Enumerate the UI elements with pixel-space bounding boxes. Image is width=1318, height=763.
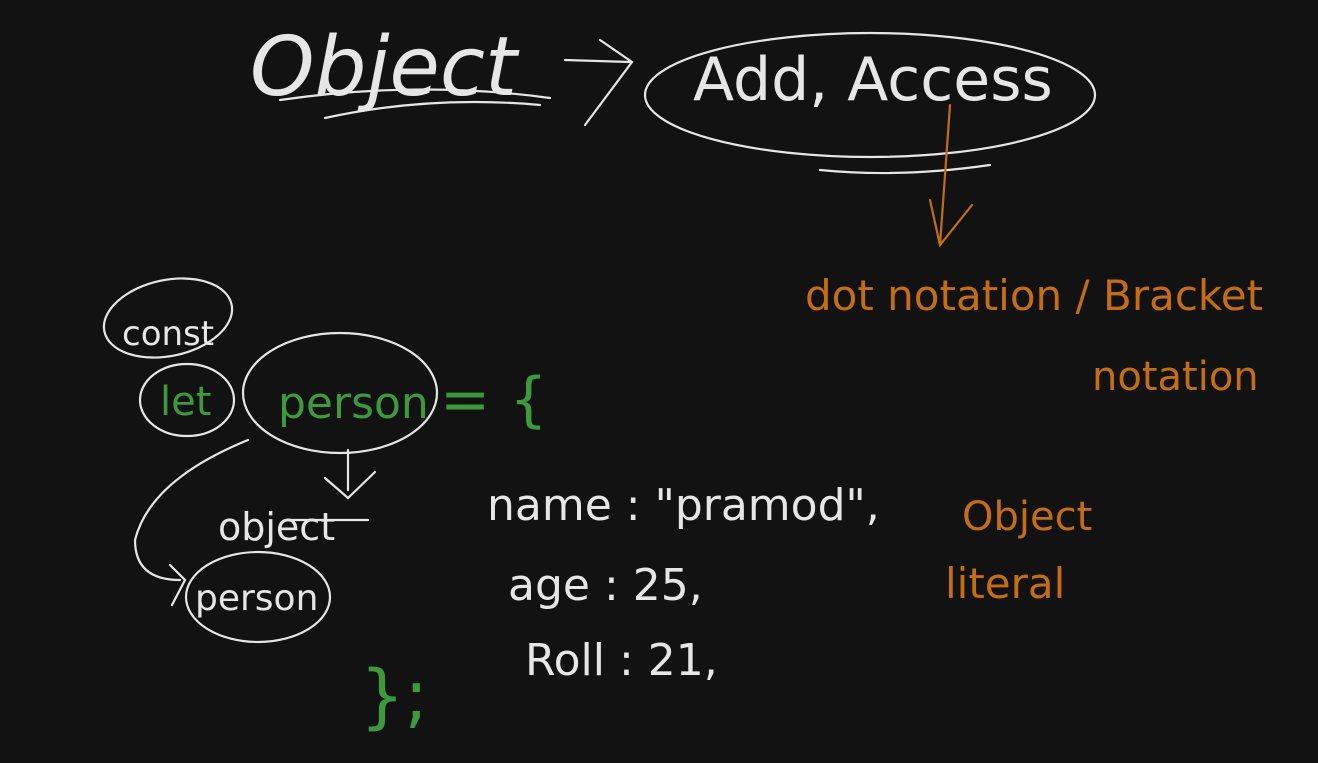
add-access-text: Add, Access [693,45,1053,115]
down-arrow-icon [928,103,974,248]
small-down-arrow-icon [323,448,377,500]
const-keyword: const [122,314,214,354]
object-literal-line2: literal [945,559,1065,608]
person-ref-text: person [195,578,318,619]
let-keyword: let [160,379,211,425]
ellipse-tail [818,163,992,175]
notation-line1: dot notation / Bracket [805,271,1263,320]
equals-open-brace: = { [440,365,548,435]
object-literal-line1: Object [962,494,1092,540]
property-age: age : 25, [508,560,703,611]
property-roll: Roll : 21, [525,635,718,686]
person-variable: person [278,378,429,429]
close-brace: }; [360,655,428,737]
whiteboard-canvas: Object Add, Access dot notation / Bracke… [102,20,1263,737]
notation-line2: notation [1092,354,1259,400]
object-type-label: object [218,505,335,549]
title-object: Object [250,20,520,115]
arrow-icon [563,38,634,127]
property-name: name : "pramod", [487,480,880,531]
